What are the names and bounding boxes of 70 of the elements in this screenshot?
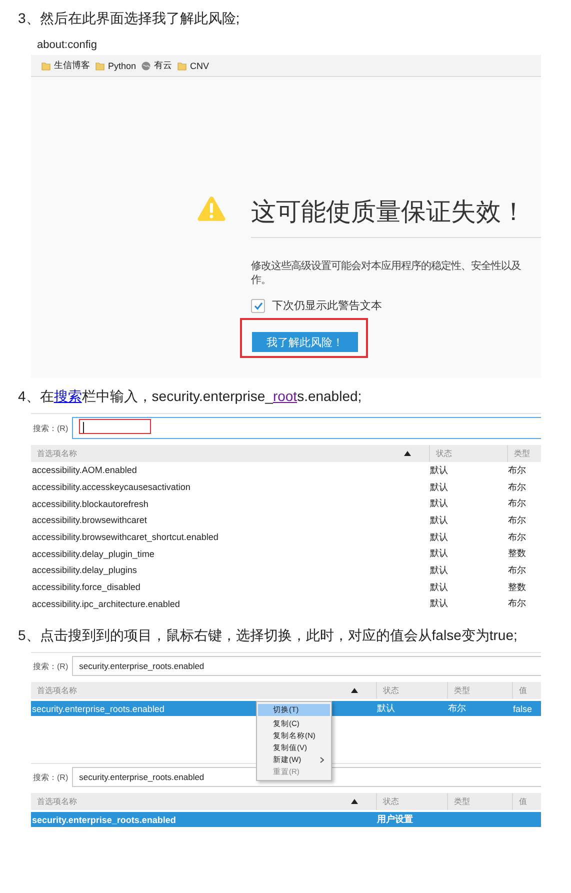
table-cell: 默认 [429, 514, 448, 527]
folder-icon [177, 60, 188, 70]
link[interactable]: root [272, 388, 298, 404]
table-row[interactable]: accessibility.ipc_architecture.enabled 默认 布尔 [31, 596, 541, 612]
bookmark-item[interactable]: CNV [190, 60, 210, 70]
chevron-right-icon [320, 757, 324, 763]
table-cell: 整数 [507, 547, 526, 560]
table-cell: accessibility.delay_plugin_time [31, 548, 154, 559]
table-row[interactable]: accessibility.accesskeycausesactivation 默认 布尔 [31, 478, 541, 496]
warning-text: 修改这些高级设置可能会对本应用程序的稳定性、安全性以及 [251, 260, 522, 274]
bookmark-item[interactable]: 有云 [154, 59, 172, 72]
table-cell: 整数 [507, 580, 526, 594]
table-cell: 布尔 [507, 497, 526, 510]
checkbox-label: 下次仍显示此警告文本 [272, 298, 382, 313]
table-row[interactable]: accessibility.AOM.enabled 默认 布尔 [31, 462, 541, 479]
text-cursor [83, 422, 84, 434]
checkbox[interactable] [251, 298, 265, 312]
warning-title: 这可能使质量保证失效！ [251, 197, 527, 228]
table-cell: false [512, 704, 532, 714]
table-cell: 布尔 [507, 514, 526, 527]
check-icon [254, 302, 262, 310]
bookmark-item[interactable]: Python [108, 60, 136, 70]
table-cell: 默认 [429, 464, 448, 477]
table-cell: accessibility.AOM.enabled [31, 465, 137, 476]
folder-icon [95, 60, 105, 70]
step-heading: 4、在搜索栏中输入，security.enterprise_roots.enabled; [17, 387, 363, 406]
table-cell: 布尔 [447, 702, 466, 715]
table-cell: 布尔 [507, 530, 526, 544]
globe-icon [141, 60, 152, 70]
step-heading: 3、然后在此界面选择我了解此风险; [17, 9, 241, 28]
table-cell: 布尔 [507, 597, 526, 610]
table-cell: 默认 [429, 547, 448, 560]
table-cell: 默认 [429, 480, 448, 494]
table-row[interactable]: accessibility.browsewithcaret_shortcut.enabled 默认 布尔 [31, 528, 541, 546]
table-cell: 布尔 [507, 464, 526, 477]
table-cell: 默认 [429, 530, 448, 544]
link[interactable]: 搜索 [54, 388, 82, 404]
table-cell: accessibility.ipc_architecture.enabled [31, 598, 180, 609]
search-label: 搜索：(R) [33, 422, 68, 434]
table-cell: accessibility.force_disabled [31, 582, 140, 592]
table-row[interactable]: accessibility.delay_plugins 默认 布尔 [31, 562, 541, 579]
search-field[interactable] [72, 417, 541, 439]
table-cell: accessibility.browsewithcaret_shortcut.enabled [31, 532, 218, 542]
table-cell: 默认 [376, 702, 395, 715]
search-label: 搜索：(R) [33, 772, 68, 782]
table-cell: security.enterprise_roots.enabled [31, 704, 164, 714]
table-cell: accessibility.delay_plugins [31, 565, 137, 576]
table-row[interactable]: accessibility.force_disabled 默认 整数 [31, 578, 541, 596]
folder-icon [41, 60, 51, 70]
address-text: about:config [37, 39, 97, 51]
table-cell: 用户设置 [376, 813, 413, 826]
table-row[interactable]: accessibility.blockautorefresh 默认 布尔 [31, 495, 541, 512]
search-field[interactable]: security.enterprise_roots.enabled [72, 656, 541, 676]
step-heading: 5、点击搜到到的项目，鼠标右键，选择切换，此时，对应的值会从false变为true; [17, 626, 518, 645]
warning-icon [197, 195, 226, 222]
table-cell: accessibility.browsewithcaret [31, 515, 147, 526]
table-cell: 布尔 [507, 564, 526, 577]
table-cell: 默认 [429, 580, 448, 594]
table-cell: 默认 [429, 597, 448, 610]
bookmark-item[interactable]: 生信博客 [54, 59, 90, 72]
table-cell: 默认 [429, 564, 448, 577]
table-cell: accessibility.blockautorefresh [31, 498, 148, 509]
table-row[interactable]: accessibility.browsewithcaret 默认 布尔 [31, 512, 541, 529]
table-row[interactable]: accessibility.delay_plugin_time 默认 整数 [31, 545, 541, 562]
table-cell: security.enterprise_roots.enabled [31, 814, 176, 824]
table-cell: 默认 [429, 497, 448, 510]
search-label: 搜索：(R) [33, 660, 68, 672]
table-cell: accessibility.accesskeycausesactivation [31, 482, 190, 492]
warning-text: 作。 [251, 274, 272, 288]
table-cell: 布尔 [507, 480, 526, 494]
